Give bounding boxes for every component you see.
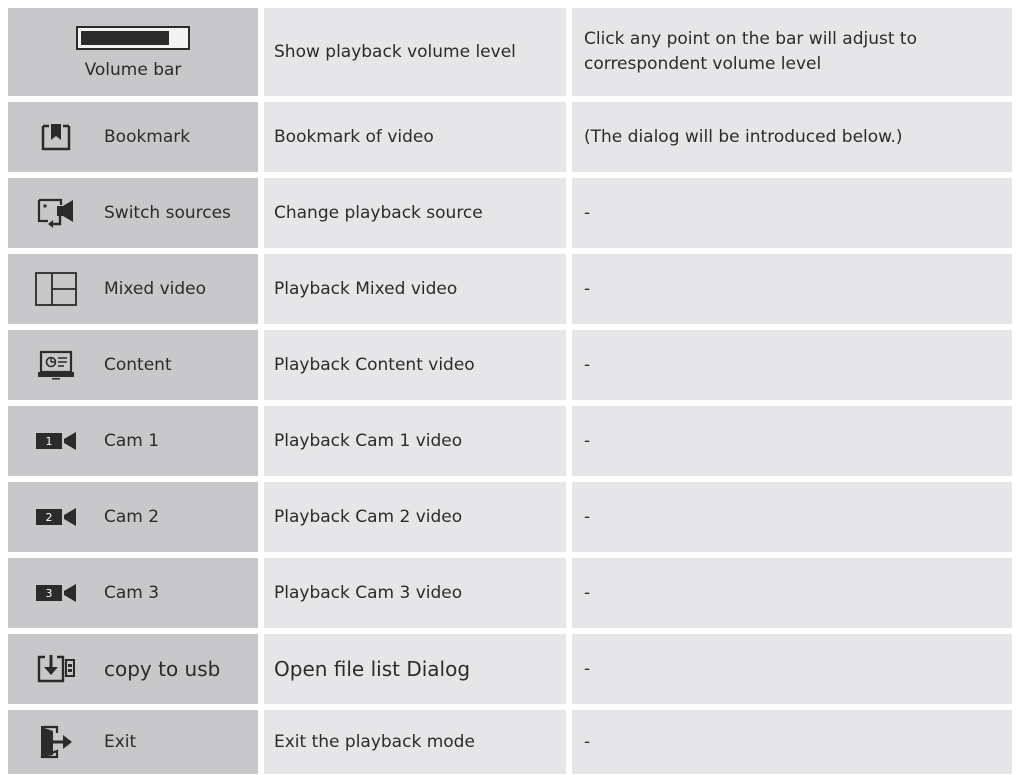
control-name: Volume bar xyxy=(84,60,182,80)
control-name: Cam 3 xyxy=(104,583,160,603)
note-cell: - xyxy=(572,558,1012,628)
volume-bar-fill xyxy=(81,31,170,45)
function-cell: Exit the playback mode xyxy=(264,710,566,774)
content-icon[interactable] xyxy=(34,349,78,381)
control-name: Mixed video xyxy=(104,279,207,299)
control-name: Bookmark xyxy=(104,127,191,147)
control-cell: 3 Cam 3 xyxy=(8,558,258,628)
control-cell: Exit xyxy=(8,710,258,774)
table-row-cam-2: 2 Cam 2 Playback Cam 2 video - xyxy=(8,482,1012,552)
control-cell: Bookmark xyxy=(8,102,258,172)
table-row-exit: Exit Exit the playback mode - xyxy=(8,710,1012,774)
note-cell: (The dialog will be introduced below.) xyxy=(572,102,1012,172)
note-cell: - xyxy=(572,710,1012,774)
control-name: Switch sources xyxy=(104,203,231,223)
table-row-copy-to-usb: copy to usb Open file list Dialog - xyxy=(8,634,1012,704)
control-cell: Content xyxy=(8,330,258,400)
note-cell: - xyxy=(572,254,1012,324)
cam-1-icon[interactable]: 1 xyxy=(34,425,78,457)
table-row-volume-bar: Volume bar Show playback volume level Cl… xyxy=(8,8,1012,96)
exit-icon[interactable] xyxy=(34,725,78,759)
control-name: copy to usb xyxy=(104,657,221,681)
cam-number: 3 xyxy=(46,587,53,600)
table-row-content: Content Playback Content video - xyxy=(8,330,1012,400)
cam-number: 2 xyxy=(46,511,53,524)
function-cell: Playback Cam 1 video xyxy=(264,406,566,476)
note-cell: Click any point on the bar will adjust t… xyxy=(572,8,1012,96)
function-cell: Playback Cam 2 video xyxy=(264,482,566,552)
function-cell: Playback Mixed video xyxy=(264,254,566,324)
control-cell: Switch sources xyxy=(8,178,258,248)
function-cell: Open file list Dialog xyxy=(264,634,566,704)
table-row-mixed-video: Mixed video Playback Mixed video - xyxy=(8,254,1012,324)
cam-3-icon[interactable]: 3 xyxy=(34,577,78,609)
control-cell: 2 Cam 2 xyxy=(8,482,258,552)
control-name: Exit xyxy=(104,732,137,752)
cam-number: 1 xyxy=(46,435,53,448)
note-cell: - xyxy=(572,482,1012,552)
function-cell: Playback Cam 3 video xyxy=(264,558,566,628)
function-cell: Change playback source xyxy=(264,178,566,248)
note-cell: - xyxy=(572,406,1012,476)
function-cell: Bookmark of video xyxy=(264,102,566,172)
note-cell: - xyxy=(572,178,1012,248)
note-cell: - xyxy=(572,330,1012,400)
table-row-cam-1: 1 Cam 1 Playback Cam 1 video - xyxy=(8,406,1012,476)
function-cell: Show playback volume level xyxy=(264,8,566,96)
control-cell: 1 Cam 1 xyxy=(8,406,258,476)
cam-2-icon[interactable]: 2 xyxy=(34,501,78,533)
control-name: Content xyxy=(104,355,172,375)
control-cell: Volume bar xyxy=(8,8,258,96)
table-row-bookmark: Bookmark Bookmark of video (The dialog w… xyxy=(8,102,1012,172)
control-name: Cam 2 xyxy=(104,507,160,527)
volume-bar[interactable] xyxy=(76,26,190,50)
control-cell: Mixed video xyxy=(8,254,258,324)
control-name: Cam 1 xyxy=(104,431,160,451)
table-row-switch-sources: Switch sources Change playback source - xyxy=(8,178,1012,248)
table-row-cam-3: 3 Cam 3 Playback Cam 3 video - xyxy=(8,558,1012,628)
bookmark-icon[interactable] xyxy=(34,121,78,153)
function-cell: Playback Content video xyxy=(264,330,566,400)
switch-sources-icon[interactable] xyxy=(34,197,78,229)
mixed-video-icon[interactable] xyxy=(34,272,78,306)
note-cell: - xyxy=(572,634,1012,704)
copy-to-usb-icon[interactable] xyxy=(34,653,78,685)
control-cell: copy to usb xyxy=(8,634,258,704)
